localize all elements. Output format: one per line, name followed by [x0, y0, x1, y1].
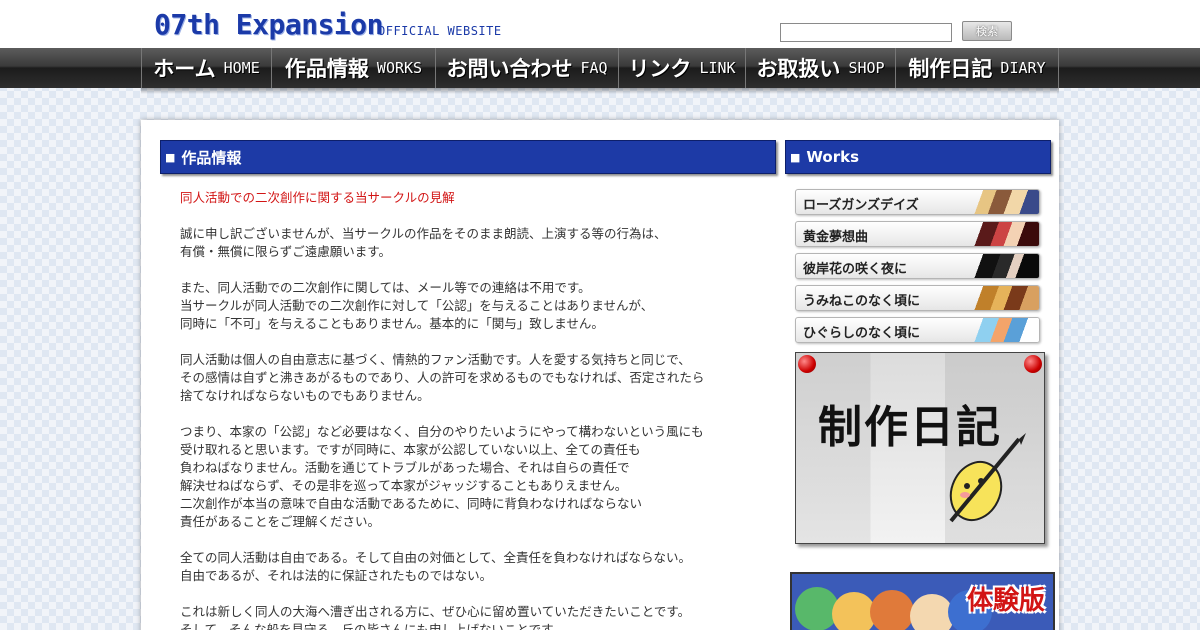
site-logo-subtitle: OFFICIAL WEBSITE — [378, 24, 502, 38]
works-item-label: 彼岸花の咲く夜に — [803, 262, 908, 277]
text-line: 二次創作が本当の意味で自由な活動であるために、同時に背負わなければならない — [180, 496, 643, 511]
search-button[interactable]: 検索 — [962, 21, 1012, 41]
works-item-rose-guns-days[interactable]: ローズガンズデイズ — [795, 189, 1040, 215]
nav-label-en: DIARY — [1000, 59, 1046, 77]
works-item-higurashi[interactable]: ひぐらしのなく頃に — [795, 317, 1040, 343]
nav-label-jp: ホーム — [153, 57, 216, 81]
diary-banner[interactable]: 制作日記 — [795, 352, 1045, 544]
square-bullet-icon: ■ — [790, 150, 801, 164]
trial-banner[interactable]: 体験版 — [790, 572, 1055, 630]
paragraph: また、同人活動での二次創作に関しては、メール等での連絡は不用です。 当サークルが… — [180, 279, 760, 333]
text-line: 同時に「不可」を与えることもありません。基本的に「関与」致しません。 — [180, 316, 604, 331]
nav-label-jp: 制作日記 — [908, 57, 993, 81]
pen-mascot-icon — [949, 433, 1026, 523]
works-item-umineko[interactable]: うみねこのなく頃に — [795, 285, 1040, 311]
works-item-label: 黄金夢想曲 — [803, 230, 869, 245]
nav-item-home[interactable]: ホーム HOME — [142, 48, 272, 88]
paragraph: 全ての同人活動は自由である。そして自由の対価として、全責任を負わなければならない… — [180, 549, 760, 585]
works-item-label: ひぐらしのなく頃に — [803, 326, 921, 341]
text-line: 責任があることをご理解ください。 — [180, 514, 381, 529]
nav-shadow — [141, 88, 1059, 94]
text-line: そして、そんな船を見守る、丘の皆さんにも申し上げないことです。 — [180, 622, 565, 630]
text-line: また、同人活動での二次創作に関しては、メール等での連絡は不用です。 — [180, 280, 591, 295]
works-item-label: ローズガンズデイズ — [803, 198, 919, 213]
nav-label-en: FAQ — [580, 59, 608, 77]
nav-label-en: HOME — [223, 59, 260, 77]
nav-item-shop[interactable]: お取扱い SHOP — [746, 48, 896, 88]
pushpin-icon — [1024, 355, 1042, 373]
square-bullet-icon: ■ — [165, 150, 176, 164]
pushpin-icon — [798, 355, 816, 373]
works-section-title: ■ Works — [785, 140, 1051, 174]
text-line: 受け取れると思います。ですが同時に、本家が公認していない以上、全ての責任も — [180, 442, 641, 457]
text-line: 解決せねばならず、その是非を巡って本家がジャッジすることもありえません。 — [180, 478, 628, 493]
works-item-label: うみねこのなく頃に — [803, 294, 921, 309]
text-line: これは新しく同人の大海へ漕ぎ出される方に、ぜひ心に留め置いていただきたいことです… — [180, 604, 691, 619]
policy-text: 同人活動での二次創作に関する当サークルの見解 誠に申し訳ございませんが、当サーク… — [180, 189, 760, 630]
text-line: つまり、本家の「公認」など必要はなく、自分のやりたいようにやって構わないという風… — [180, 424, 704, 439]
site-logo[interactable]: 07th Expansion — [154, 8, 384, 41]
paragraph: これは新しく同人の大海へ漕ぎ出される方に、ぜひ心に留め置いていただきたいことです… — [180, 603, 760, 630]
text-line: その感情は自ずと沸きあがるものであり、人の許可を求めるものでもなければ、否定され… — [180, 370, 705, 385]
main-nav: ホーム HOME 作品情報 WORKS お問い合わせ FAQ リンク LINK … — [141, 48, 1059, 88]
search-input[interactable] — [780, 23, 952, 42]
nav-item-link[interactable]: リンク LINK — [619, 48, 746, 88]
works-section-title-text: Works — [806, 148, 860, 166]
works-item-higanbana[interactable]: 彼岸花の咲く夜に — [795, 253, 1040, 279]
nav-label-jp: 作品情報 — [284, 57, 369, 81]
main-section-title: ■ 作品情報 — [160, 140, 776, 174]
nav-label-jp: お問い合わせ — [446, 57, 573, 81]
nav-label-en: SHOP — [848, 59, 885, 77]
text-line: 負わねばなりません。活動を通じてトラブルがあった場合、それは自らの責任で — [180, 460, 630, 475]
text-line: 捨てなければならないものでもありません。 — [180, 388, 430, 403]
main-section-title-text: 作品情報 — [181, 148, 242, 167]
works-thumbnail-image — [969, 254, 1039, 278]
trial-banner-label: 体験版 — [966, 586, 1045, 616]
text-line: 誠に申し訳ございませんが、当サークルの作品をそのまま朗読、上演する等の行為は、 — [180, 226, 667, 241]
text-line: 有償・無償に限らずご遠慮願います。 — [180, 244, 392, 259]
text-line: 当サークルが同人活動での二次創作に対して「公認」を与えることはありませんが、 — [180, 298, 654, 313]
nav-label-en: WORKS — [376, 59, 423, 77]
nav-label-jp: リンク — [628, 57, 692, 81]
nav-item-works[interactable]: 作品情報 WORKS — [272, 48, 436, 88]
nav-label-en: LINK — [699, 59, 736, 77]
policy-heading: 同人活動での二次創作に関する当サークルの見解 — [180, 190, 455, 205]
works-item-ougon-musoukyoku[interactable]: 黄金夢想曲 — [795, 221, 1040, 247]
nav-label-jp: お取扱い — [756, 57, 841, 81]
works-thumbnail-image — [969, 286, 1039, 310]
works-thumbnail-image — [969, 222, 1039, 246]
works-thumbnail-image — [969, 190, 1039, 214]
text-line: 自由であるが、それは法的に保証されたものではない。 — [180, 568, 493, 583]
paragraph: 誠に申し訳ございませんが、当サークルの作品をそのまま朗読、上演する等の行為は、 … — [180, 225, 760, 261]
works-thumbnail-image — [969, 318, 1039, 342]
text-line: 同人活動は個人の自由意志に基づく、情熱的ファン活動です。人を愛する気持ちと同じで… — [180, 352, 691, 367]
paragraph: 同人活動は個人の自由意志に基づく、情熱的ファン活動です。人を愛する気持ちと同じで… — [180, 351, 760, 405]
nav-item-diary[interactable]: 制作日記 DIARY — [896, 48, 1059, 88]
nav-item-faq[interactable]: お問い合わせ FAQ — [436, 48, 619, 88]
paragraph: つまり、本家の「公認」など必要はなく、自分のやりたいようにやって構わないという風… — [180, 423, 760, 531]
text-line: 全ての同人活動は自由である。そして自由の対価として、全責任を負わなければならない… — [180, 550, 692, 565]
